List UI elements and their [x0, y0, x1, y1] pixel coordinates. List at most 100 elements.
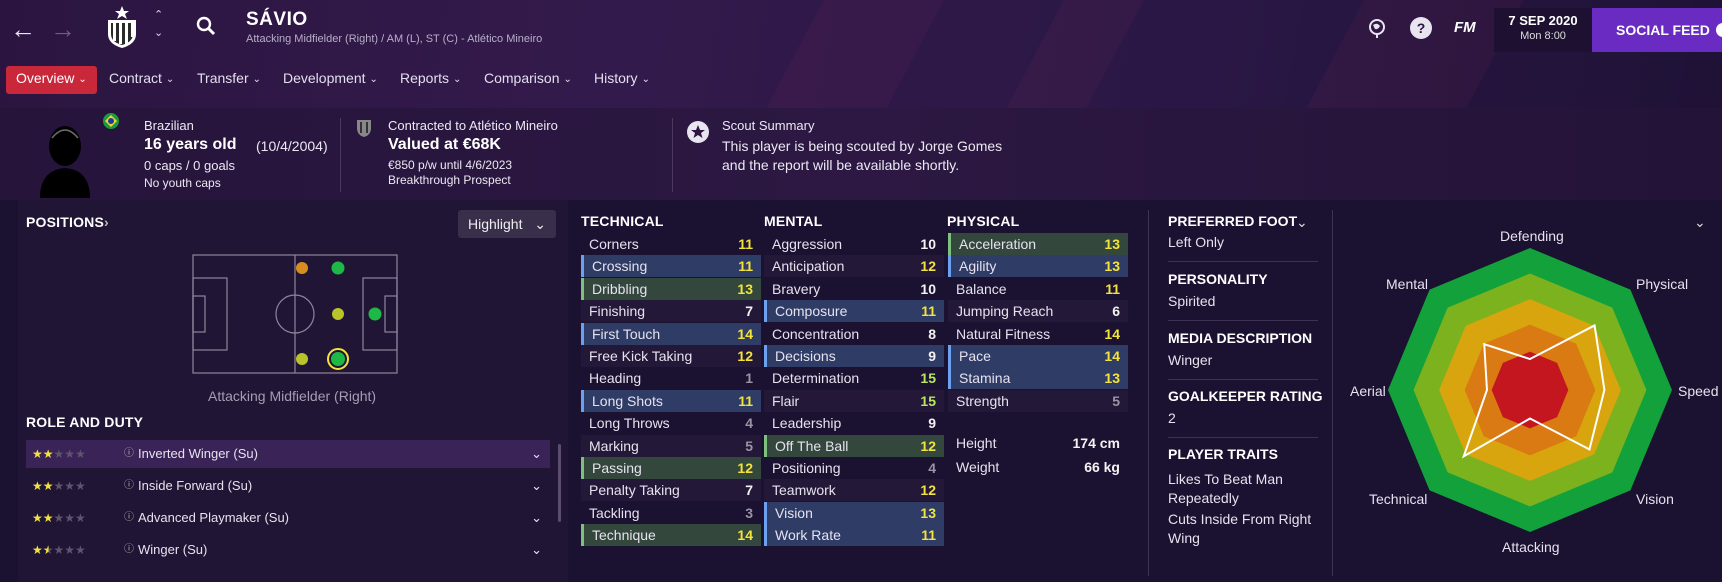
- fm-logo[interactable]: FM: [1454, 19, 1476, 36]
- attribute-value: 10: [920, 236, 936, 252]
- attribute-row-balance[interactable]: Balance 11: [948, 278, 1128, 300]
- wage-contract: €850 p/w until 4/6/2023: [388, 158, 513, 172]
- attribute-value: 13: [1104, 258, 1120, 275]
- positions-title[interactable]: POSITIONS›: [26, 214, 109, 230]
- attribute-row-crossing[interactable]: Crossing 11: [581, 255, 761, 278]
- role-row-winger[interactable]: ★★★★★ ⓘ Winger (Su) ⌄: [26, 536, 550, 564]
- search-icon[interactable]: [196, 16, 216, 36]
- chevron-down-icon[interactable]: ⌄: [531, 472, 542, 500]
- attribute-row-positioning[interactable]: Positioning 4: [764, 457, 944, 479]
- roles-scrollbar[interactable]: [558, 444, 561, 522]
- chevron-down-icon: ⌄: [563, 74, 572, 85]
- attribute-name: Long Shots: [592, 392, 663, 409]
- attribute-row-teamwork[interactable]: Teamwork 12: [764, 479, 944, 502]
- attribute-value: 12: [920, 482, 936, 499]
- attribute-row-vision[interactable]: Vision 13: [764, 501, 944, 524]
- tab-development[interactable]: Development ⌄: [283, 70, 378, 90]
- attribute-row-aggression[interactable]: Aggression 10: [764, 233, 944, 255]
- attribute-row-natural-fitness[interactable]: Natural Fitness 14: [948, 323, 1128, 345]
- contracted-to: Contracted to Atlético Mineiro: [388, 118, 558, 133]
- attribute-row-long-shots[interactable]: Long Shots 11: [581, 389, 761, 412]
- position-dot: [368, 307, 382, 321]
- height-label: Height: [956, 435, 997, 451]
- player-value: Valued at €68K: [388, 136, 501, 153]
- attribute-row-determination[interactable]: Determination 15: [764, 367, 944, 389]
- attribute-row-work-rate[interactable]: Work Rate 11: [764, 524, 944, 547]
- attribute-name: Pace: [959, 348, 991, 364]
- tab-label: Overview: [16, 70, 75, 86]
- attribute-row-tackling[interactable]: Tackling 3: [581, 502, 761, 524]
- attribute-name: Concentration: [772, 325, 860, 342]
- attribute-row-strength[interactable]: Strength 5: [948, 389, 1128, 412]
- attribute-row-bravery[interactable]: Bravery 10: [764, 278, 944, 300]
- attribute-row-passing[interactable]: Passing 12: [581, 457, 761, 479]
- chevron-down-icon[interactable]: ⌄: [531, 536, 542, 564]
- attribute-row-corners[interactable]: Corners 11: [581, 233, 761, 255]
- attribute-row-marking[interactable]: Marking 5: [581, 434, 761, 457]
- role-row-advanced-playmaker[interactable]: ★★★★★ ⓘ Advanced Playmaker (Su) ⌄: [26, 504, 550, 532]
- attribute-row-leadership[interactable]: Leadership 9: [764, 412, 944, 434]
- attribute-name: Free Kick Taking: [589, 348, 693, 364]
- chevron-down-icon[interactable]: ⌄: [1296, 214, 1308, 231]
- attribute-row-jumping-reach[interactable]: Jumping Reach 6: [948, 300, 1128, 323]
- attribute-value: 11: [738, 392, 753, 409]
- divider: [340, 118, 341, 192]
- tab-comparison[interactable]: Comparison ⌄: [484, 70, 572, 90]
- attribute-row-flair[interactable]: Flair 15: [764, 389, 944, 412]
- trait-line: Likes To Beat Man: [1168, 471, 1283, 487]
- attribute-name: Decisions: [775, 348, 836, 364]
- role-duty-title: ROLE AND DUTY: [26, 414, 144, 430]
- attribute-name: Positioning: [772, 460, 841, 476]
- attribute-row-technique[interactable]: Technique 14: [581, 524, 761, 547]
- tab-label: History: [594, 70, 638, 86]
- forward-arrow-icon[interactable]: →: [50, 16, 76, 42]
- attribute-row-concentration[interactable]: Concentration 8: [764, 323, 944, 345]
- tab-overview[interactable]: Overview ⌄: [6, 66, 97, 94]
- goalkeeper-rating-value: 2: [1168, 410, 1176, 426]
- attribute-value: 13: [737, 280, 753, 297]
- attribute-row-first-touch[interactable]: First Touch 14: [581, 322, 761, 345]
- star-rating-icon: ★★★★★: [32, 447, 86, 461]
- preferred-foot-value: Left Only: [1168, 234, 1225, 250]
- globe-icon[interactable]: [1366, 17, 1388, 39]
- tab-contract[interactable]: Contract ⌄: [109, 70, 174, 90]
- pitch-diagram: [192, 254, 398, 374]
- mental-title: MENTAL: [764, 213, 823, 229]
- chevron-down-icon[interactable]: ⌄: [531, 440, 542, 468]
- highlight-dropdown[interactable]: Highlight ⌄: [458, 210, 556, 238]
- attribute-row-heading[interactable]: Heading 1: [581, 367, 761, 389]
- media-description-value: Winger: [1168, 352, 1213, 368]
- chevron-down-icon[interactable]: ⌄: [531, 504, 542, 532]
- brazil-flag-icon: [103, 113, 119, 129]
- attribute-row-acceleration[interactable]: Acceleration 13: [948, 233, 1128, 255]
- role-row-inside-forward[interactable]: ★★★★★ ⓘ Inside Forward (Su) ⌄: [26, 472, 550, 500]
- attribute-row-pace[interactable]: Pace 14: [948, 345, 1128, 367]
- chevron-up-icon[interactable]: ⌃: [154, 8, 163, 21]
- attribute-row-agility[interactable]: Agility 13: [948, 255, 1128, 278]
- back-arrow-icon[interactable]: ←: [10, 16, 36, 42]
- attribute-row-finishing[interactable]: Finishing 7: [581, 300, 761, 323]
- tab-reports[interactable]: Reports ⌄: [400, 70, 461, 90]
- attribute-row-anticipation[interactable]: Anticipation 12: [764, 255, 944, 278]
- attribute-row-stamina[interactable]: Stamina 13: [948, 367, 1128, 390]
- attribute-name: Composure: [775, 303, 848, 320]
- attribute-row-penalty-taking[interactable]: Penalty Taking 7: [581, 479, 761, 502]
- tab-transfer[interactable]: Transfer ⌄: [197, 70, 261, 90]
- social-feed-button[interactable]: SOCIAL FEED ›: [1592, 8, 1722, 52]
- highlight-label: Highlight: [468, 216, 523, 232]
- tab-history[interactable]: History ⌄: [594, 70, 650, 90]
- role-row-inverted-winger[interactable]: ★★★★★ ⓘ Inverted Winger (Su) ⌄: [26, 440, 550, 468]
- date-box[interactable]: 7 SEP 2020 Mon 8:00: [1494, 8, 1592, 52]
- chevron-down-icon[interactable]: ⌄: [1694, 214, 1706, 231]
- attribute-value: 11: [921, 303, 936, 320]
- attribute-row-dribbling[interactable]: Dribbling 13: [581, 277, 761, 300]
- help-icon[interactable]: ?: [1410, 17, 1432, 39]
- radar-label-aerial: Aerial: [1350, 383, 1386, 399]
- attribute-row-long-throws[interactable]: Long Throws 4: [581, 412, 761, 434]
- preferred-foot-title: PREFERRED FOOT: [1168, 213, 1298, 229]
- chevron-down-icon[interactable]: ⌄: [154, 26, 163, 39]
- attribute-row-decisions[interactable]: Decisions 9: [764, 345, 944, 367]
- attribute-row-composure[interactable]: Composure 11: [764, 300, 944, 323]
- attribute-row-free-kick-taking[interactable]: Free Kick Taking 12: [581, 345, 761, 367]
- attribute-row-off-the-ball[interactable]: Off The Ball 12: [764, 434, 944, 457]
